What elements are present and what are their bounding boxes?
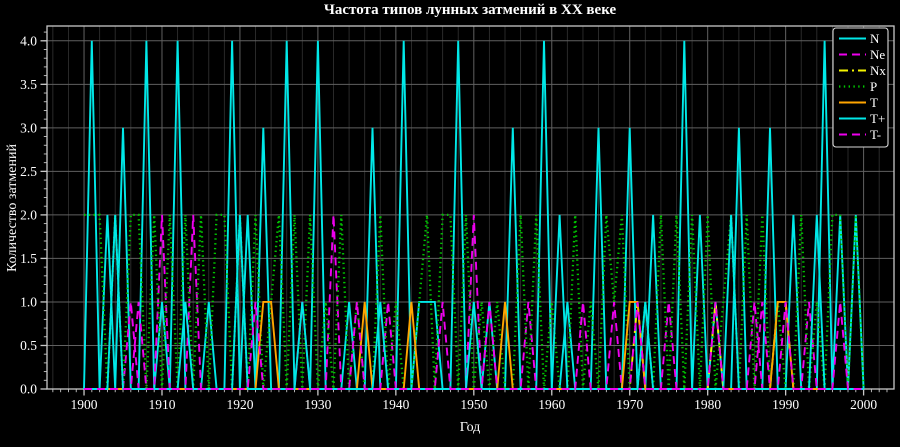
x-tick-label: 1900 xyxy=(71,397,98,412)
y-tick-label: 4.0 xyxy=(20,33,37,48)
x-tick-label: 1930 xyxy=(304,397,331,412)
x-tick-label: 1960 xyxy=(538,397,565,412)
chart-title: Частота типов лунных затмений в XX веке xyxy=(323,2,617,18)
y-tick-label: 0.0 xyxy=(20,382,37,397)
y-tick-label: 2.5 xyxy=(20,164,37,179)
x-tick-label: 1920 xyxy=(226,397,253,412)
y-tick-label: 2.0 xyxy=(20,207,37,222)
y-tick-label: 0.5 xyxy=(20,338,37,353)
y-axis-label: Количество затмений xyxy=(5,144,20,272)
y-tick-label: 3.5 xyxy=(20,77,37,92)
x-tick-label: 1910 xyxy=(148,397,175,412)
x-tick-label: 1990 xyxy=(772,397,799,412)
legend-label-T+: T+ xyxy=(870,111,885,126)
x-tick-label: 1940 xyxy=(382,397,409,412)
y-tick-label: 1.5 xyxy=(20,251,37,266)
legend-label-N: N xyxy=(870,31,880,46)
legend-label-Ne: Ne xyxy=(870,47,885,62)
y-tick-label: 3.0 xyxy=(20,120,37,135)
legend-label-T-: T- xyxy=(870,127,881,142)
x-axis-label: Год xyxy=(459,420,481,435)
y-tick-label: 1.0 xyxy=(20,294,37,309)
x-tick-label: 2000 xyxy=(850,397,877,412)
chart-figure: 1900 1910 1920 1930 1940 1950 1960 1970 1980 1990… xyxy=(0,0,900,447)
x-tick-label: 1980 xyxy=(694,397,721,412)
x-tick-label: 1950 xyxy=(460,397,487,412)
legend-label-P: P xyxy=(870,79,877,94)
x-tick-label: 1970 xyxy=(616,397,643,412)
legend: NNeNxPTT+T- xyxy=(832,27,889,148)
chart-canvas: 1900 1910 1920 1930 1940 1950 1960 1970 1980 1990… xyxy=(20,25,895,412)
legend-label-Nx: Nx xyxy=(870,63,886,78)
legend-label-T: T xyxy=(870,95,878,110)
